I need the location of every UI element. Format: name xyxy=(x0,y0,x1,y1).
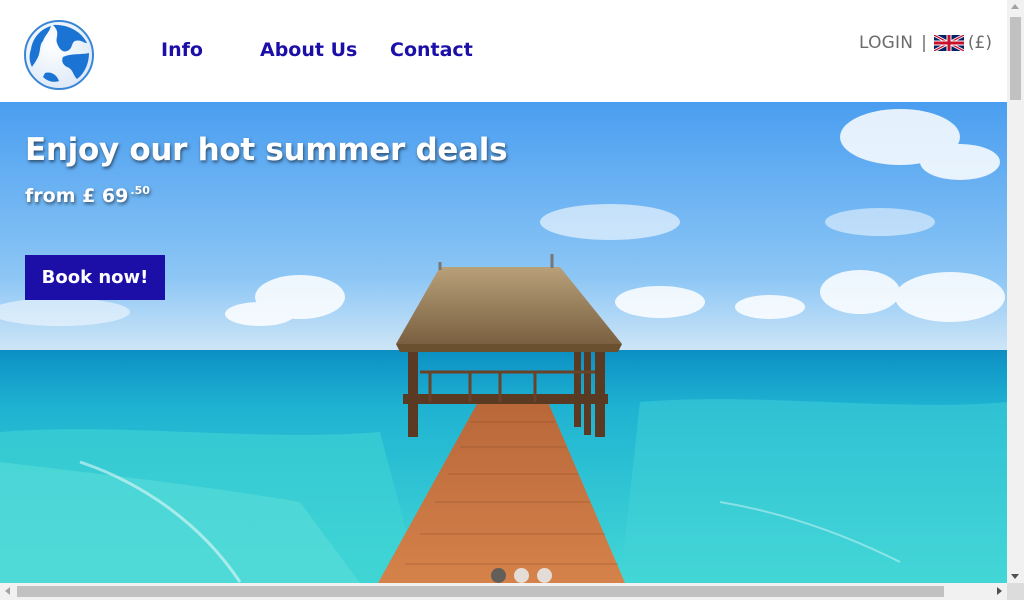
currency-selector[interactable]: (£) xyxy=(968,33,992,53)
hero-banner: Enjoy our hot summer deals from £ 69.50 … xyxy=(0,102,1007,583)
carousel-dot-3[interactable] xyxy=(537,568,552,583)
horizontal-scrollbar[interactable] xyxy=(0,583,1007,600)
hero-title: Enjoy our hot summer deals xyxy=(25,132,508,168)
scroll-up-arrow-icon[interactable] xyxy=(1011,4,1019,9)
nav-contact-link[interactable]: Contact xyxy=(390,38,473,62)
hero-price: from £ 69.50 xyxy=(25,184,150,207)
carousel-dot-2[interactable] xyxy=(514,568,529,583)
scrollbar-corner xyxy=(1007,583,1024,600)
carousel-indicators xyxy=(491,568,552,583)
price-cents: .50 xyxy=(130,184,150,197)
separator: | xyxy=(921,33,927,53)
book-now-button[interactable]: Book now! xyxy=(25,255,165,300)
login-link[interactable]: LOGIN xyxy=(859,33,913,53)
nav-info-link[interactable]: Info xyxy=(161,38,203,62)
globe-logo-icon[interactable] xyxy=(23,19,95,91)
vertical-scroll-thumb[interactable] xyxy=(1010,17,1021,100)
scroll-left-arrow-icon[interactable] xyxy=(5,587,10,595)
scroll-down-arrow-icon[interactable] xyxy=(1011,574,1019,579)
vertical-scrollbar[interactable] xyxy=(1007,0,1024,583)
uk-flag-icon[interactable] xyxy=(933,33,965,53)
account-area: LOGIN | (£) xyxy=(859,32,992,54)
nav-about-us-link[interactable]: About Us xyxy=(260,38,357,62)
horizontal-scroll-thumb[interactable] xyxy=(17,586,944,597)
scroll-right-arrow-icon[interactable] xyxy=(997,587,1002,595)
carousel-dot-1[interactable] xyxy=(491,568,506,583)
beach-pier-image xyxy=(0,102,1007,583)
price-main: from £ 69 xyxy=(25,185,129,207)
site-header: Info About Us Contact LOGIN | (£) xyxy=(0,0,1007,102)
